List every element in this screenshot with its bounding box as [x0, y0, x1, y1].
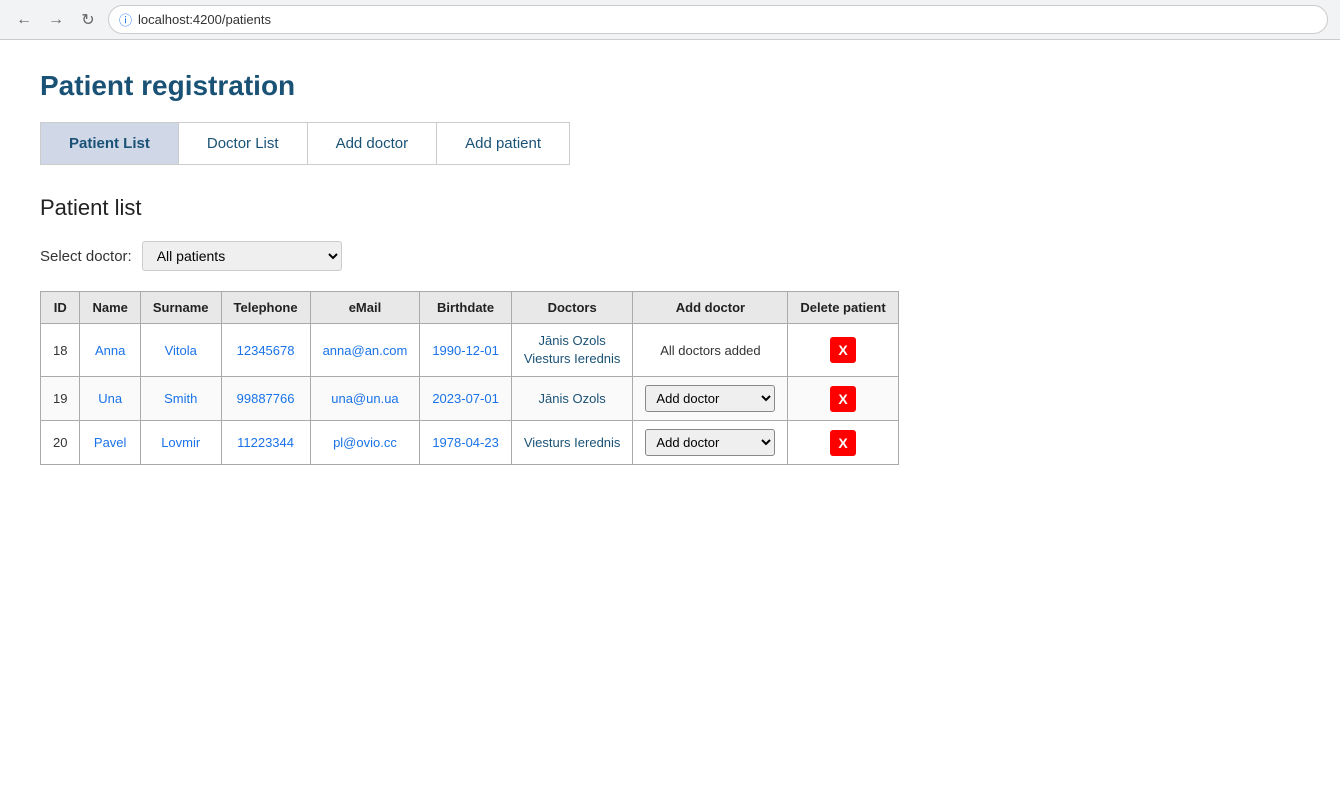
select-doctor-row: Select doctor: All patientsJānis OzolsVi…: [40, 241, 1300, 271]
cell-email: anna@an.com: [310, 324, 420, 377]
table-header: ID Name Surname Telephone eMail Birthdat…: [41, 292, 899, 324]
cell-email: una@un.ua: [310, 377, 420, 421]
cell-telephone: 99887766: [221, 377, 310, 421]
refresh-button[interactable]: ↻: [76, 8, 100, 32]
col-surname: Surname: [140, 292, 221, 324]
page-title: Patient registration: [40, 70, 1300, 102]
cell-add-doctor: Add doctorJānis OzolsViesturs Ierednis: [633, 421, 788, 465]
table-row: 19 Una Smith 99887766 una@un.ua 2023-07-…: [41, 377, 899, 421]
add-doctor-select[interactable]: Add doctorJānis OzolsViesturs Ierednis: [645, 385, 775, 412]
url-text: localhost:4200/patients: [138, 12, 271, 27]
browser-chrome: ← → ↻ ⓘ localhost:4200/patients: [0, 0, 1340, 40]
add-doctor-select[interactable]: Add doctorJānis OzolsViesturs Ierednis: [645, 429, 775, 456]
col-telephone: Telephone: [221, 292, 310, 324]
cell-doctors: Viesturs Ierednis: [511, 421, 633, 465]
col-birthdate: Birthdate: [420, 292, 512, 324]
table-row: 20 Pavel Lovmir 11223344 pl@ovio.cc 1978…: [41, 421, 899, 465]
doctor-name-1: Jānis Ozols: [539, 333, 606, 348]
cell-surname: Vitola: [140, 324, 221, 377]
cell-add-doctor: All doctors added: [633, 324, 788, 377]
col-id: ID: [41, 292, 80, 324]
col-delete-patient: Delete patient: [788, 292, 898, 324]
cell-id: 18: [41, 324, 80, 377]
tab-doctor-list[interactable]: Doctor List: [179, 123, 308, 164]
table-row: 18 Anna Vitola 12345678 anna@an.com 1990…: [41, 324, 899, 377]
col-add-doctor: Add doctor: [633, 292, 788, 324]
tab-add-patient[interactable]: Add patient: [437, 123, 569, 164]
patient-table: ID Name Surname Telephone eMail Birthdat…: [40, 291, 899, 465]
delete-patient-button[interactable]: X: [830, 337, 856, 363]
doctor-select[interactable]: All patientsJānis OzolsViesturs Ierednis: [142, 241, 342, 271]
section-title: Patient list: [40, 195, 1300, 221]
col-name: Name: [80, 292, 140, 324]
cell-surname: Lovmir: [140, 421, 221, 465]
cell-name: Anna: [80, 324, 140, 377]
doctor-name-2: Viesturs Ierednis: [524, 351, 621, 366]
cell-add-doctor: Add doctorJānis OzolsViesturs Ierednis: [633, 377, 788, 421]
cell-doctors: Jānis Ozols Viesturs Ierednis: [511, 324, 633, 377]
all-doctors-text: All doctors added: [660, 343, 760, 358]
doctor-name: Viesturs Ierednis: [524, 435, 621, 450]
delete-patient-button[interactable]: X: [830, 430, 856, 456]
main-content: Patient registration Patient List Doctor…: [0, 40, 1340, 495]
cell-delete: X: [788, 377, 898, 421]
back-button[interactable]: ←: [12, 8, 36, 32]
forward-button[interactable]: →: [44, 8, 68, 32]
cell-name: Una: [80, 377, 140, 421]
cell-birthdate: 2023-07-01: [420, 377, 512, 421]
col-doctors: Doctors: [511, 292, 633, 324]
cell-surname: Smith: [140, 377, 221, 421]
tab-bar: Patient List Doctor List Add doctor Add …: [40, 122, 570, 165]
cell-birthdate: 1978-04-23: [420, 421, 512, 465]
cell-telephone: 12345678: [221, 324, 310, 377]
delete-patient-button[interactable]: X: [830, 386, 856, 412]
doctor-name: Jānis Ozols: [539, 391, 606, 406]
cell-delete: X: [788, 421, 898, 465]
cell-id: 19: [41, 377, 80, 421]
cell-telephone: 11223344: [221, 421, 310, 465]
cell-name: Pavel: [80, 421, 140, 465]
tab-add-doctor[interactable]: Add doctor: [308, 123, 438, 164]
address-bar: ⓘ localhost:4200/patients: [108, 5, 1328, 34]
select-doctor-label: Select doctor:: [40, 248, 132, 265]
info-icon: ⓘ: [119, 10, 132, 29]
tab-patient-list[interactable]: Patient List: [41, 123, 179, 164]
cell-doctors: Jānis Ozols: [511, 377, 633, 421]
cell-email: pl@ovio.cc: [310, 421, 420, 465]
cell-delete: X: [788, 324, 898, 377]
cell-id: 20: [41, 421, 80, 465]
table-body: 18 Anna Vitola 12345678 anna@an.com 1990…: [41, 324, 899, 465]
col-email: eMail: [310, 292, 420, 324]
cell-birthdate: 1990-12-01: [420, 324, 512, 377]
